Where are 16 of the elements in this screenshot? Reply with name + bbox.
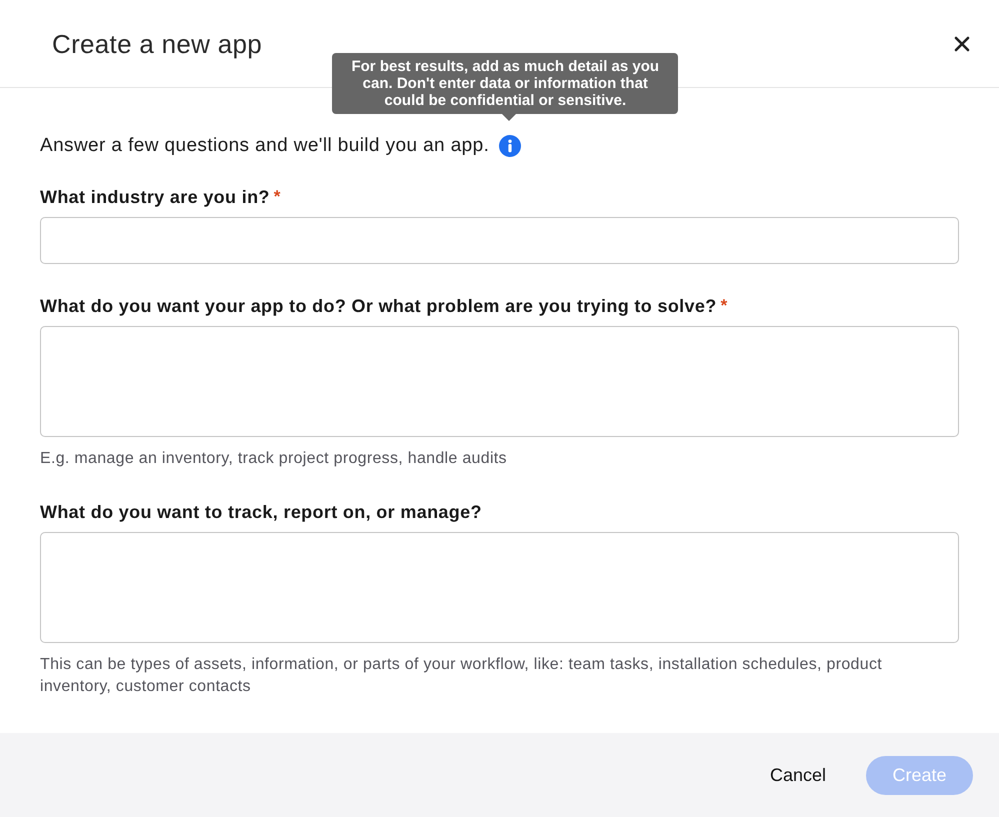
hint-text: E.g. manage an inventory, track project progress, handle audits: [40, 449, 508, 469]
dialog-title: Create a new app: [52, 28, 262, 58]
question-label: What do you want to track, report on, or manage?: [40, 501, 482, 523]
required-mark: *: [274, 186, 280, 208]
text-area[interactable]: [40, 532, 959, 643]
input-field[interactable]: [40, 217, 959, 264]
cancel-button[interactable]: Cancel: [758, 756, 838, 794]
question-label: What industry are you in?: [40, 186, 270, 208]
tooltip: For best results, add as much detail as you can. Don't enter data or information that could be confidential or sensitive.: [332, 53, 678, 114]
info-icon[interactable]: [499, 135, 522, 157]
text-area[interactable]: [40, 326, 959, 437]
question-label: What do you want your app to do? Or what problem are you trying to solve?: [40, 295, 717, 317]
tooltip-pointer-icon: [502, 114, 516, 121]
intro-text: Answer a few questions and we'll build you an app.: [40, 135, 490, 157]
hint-text: This can be types of assets, information, or parts of your workflow, like: team tasks, installation schedules, product inventory, customer contacts: [40, 655, 883, 697]
required-mark: *: [720, 295, 728, 317]
